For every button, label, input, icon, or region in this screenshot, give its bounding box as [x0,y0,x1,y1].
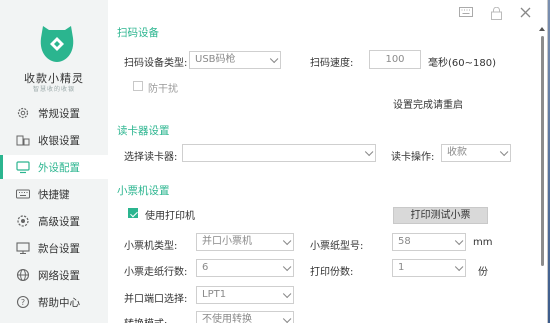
gear-icon [16,106,30,120]
chevron-down-icon [282,289,292,299]
print-copies-unit: 份 [478,267,488,278]
card-operation-label: 读卡操作: [391,152,435,163]
app-slogan: 智慧收的收银 [32,86,75,93]
card-reader-section-title: 读卡器设置 [117,125,170,137]
convert-mode-select[interactable]: 不使用转换 [196,311,294,323]
chevron-down-icon [499,147,509,157]
window-controls [459,6,531,23]
sidebar-item-advanced[interactable]: 高级设置 [0,209,108,233]
scan-speed-label: 扫码速度: [310,58,354,69]
sidebar-item-label: 外设配置 [38,161,80,174]
use-printer-checkbox[interactable] [128,208,138,218]
restart-note: 设置完成请重启 [393,100,463,111]
sidebar-item-label: 网络设置 [38,269,80,282]
card-operation-select[interactable]: 收款 [441,144,511,162]
settings-window: 收款小精灵 智慧收的收银 常规设置 收银设置 外设配置 快捷键 高级设置 款台设… [0,0,548,323]
scanner-type-select[interactable]: USB码枪 [189,51,281,69]
sidebar-item-counter[interactable]: 款台设置 [0,236,108,260]
help-icon: ? [16,295,30,309]
chevron-down-icon [282,314,292,323]
cash-register-icon [16,133,30,147]
print-copies-value: 1 [398,262,405,273]
sidebar-item-label: 高级设置 [38,215,80,228]
svg-text:?: ? [21,298,25,307]
anti-interference-checkbox[interactable] [133,81,143,91]
sidebar-item-label: 常规设置 [38,107,80,120]
printer-type-select[interactable]: 并口小票机 [196,233,294,251]
print-test-receipt-button[interactable]: 打印测试小票 [393,207,488,224]
scan-speed-input[interactable]: 100 [369,50,421,69]
paper-feed-select[interactable]: 6 [196,259,294,277]
card-reader-select-label: 选择读卡器: [124,152,178,163]
use-printer-label: 使用打印机 [145,211,195,222]
advanced-gear-icon [16,214,30,228]
anti-interference-label: 防干扰 [148,84,178,95]
sidebar-item-label: 帮助中心 [38,296,80,309]
sidebar-item-label: 款台设置 [38,242,80,255]
sidebar: 收款小精灵 智慧收的收银 常规设置 收银设置 外设配置 快捷键 高级设置 款台设… [0,0,108,323]
sidebar-item-shortcuts[interactable]: 快捷键 [0,182,108,206]
convert-mode-value: 不使用转换 [202,314,252,323]
sidebar-item-help[interactable]: ? 帮助中心 [0,290,108,314]
chevron-down-icon [282,236,292,246]
port-select-label: 并口端口选择: [124,294,188,305]
close-icon[interactable] [520,7,531,23]
chevron-down-icon [454,236,464,246]
port-select[interactable]: LPT1 [196,286,294,304]
keyboard-icon[interactable] [459,7,473,23]
paper-size-select[interactable]: 58 [392,233,466,251]
app-logo [35,20,79,64]
paper-feed-value: 6 [202,262,209,273]
sidebar-item-network[interactable]: 网络设置 [0,263,108,287]
sidebar-item-cashier[interactable]: 收银设置 [0,128,108,152]
paper-size-label: 小票纸型号: [310,241,364,252]
chevron-down-icon [282,262,292,272]
chevron-down-icon [454,262,464,272]
paper-feed-label: 小票走纸行数: [124,267,188,278]
printer-type-value: 并口小票机 [202,236,252,247]
chevron-down-icon [364,147,374,157]
print-copies-label: 打印份数: [310,267,354,278]
globe-icon [16,268,30,282]
card-operation-value: 收款 [447,147,467,158]
scrollbar-thumb[interactable] [541,36,544,266]
scanner-type-value: USB码枪 [195,54,236,65]
print-copies-select[interactable]: 1 [392,259,466,277]
paper-size-value: 58 [398,236,411,247]
sidebar-item-label: 收银设置 [38,134,80,147]
paper-size-unit: mm [473,237,493,248]
port-value: LPT1 [202,289,227,300]
scroll-up-arrow-icon[interactable] [539,27,545,31]
card-reader-select[interactable] [182,144,376,162]
scanner-section-title: 扫码设备 [117,27,159,39]
lock-icon[interactable] [491,6,502,23]
chevron-down-icon [269,54,279,64]
scan-speed-unit: 毫秒(60~180) [428,58,496,69]
sidebar-item-label: 快捷键 [38,188,70,201]
sidebar-item-peripherals[interactable]: 外设配置 [0,155,108,179]
peripheral-icon [16,160,30,174]
sidebar-item-general[interactable]: 常规设置 [0,101,108,125]
keyboard-icon [16,187,30,201]
printer-type-label: 小票机类型: [124,241,178,252]
monitor-icon [16,241,30,255]
convert-mode-label: 转换模式: [124,315,167,323]
scanner-type-label: 扫码设备类型: [124,58,188,69]
printer-section-title: 小票机设置 [117,185,170,197]
